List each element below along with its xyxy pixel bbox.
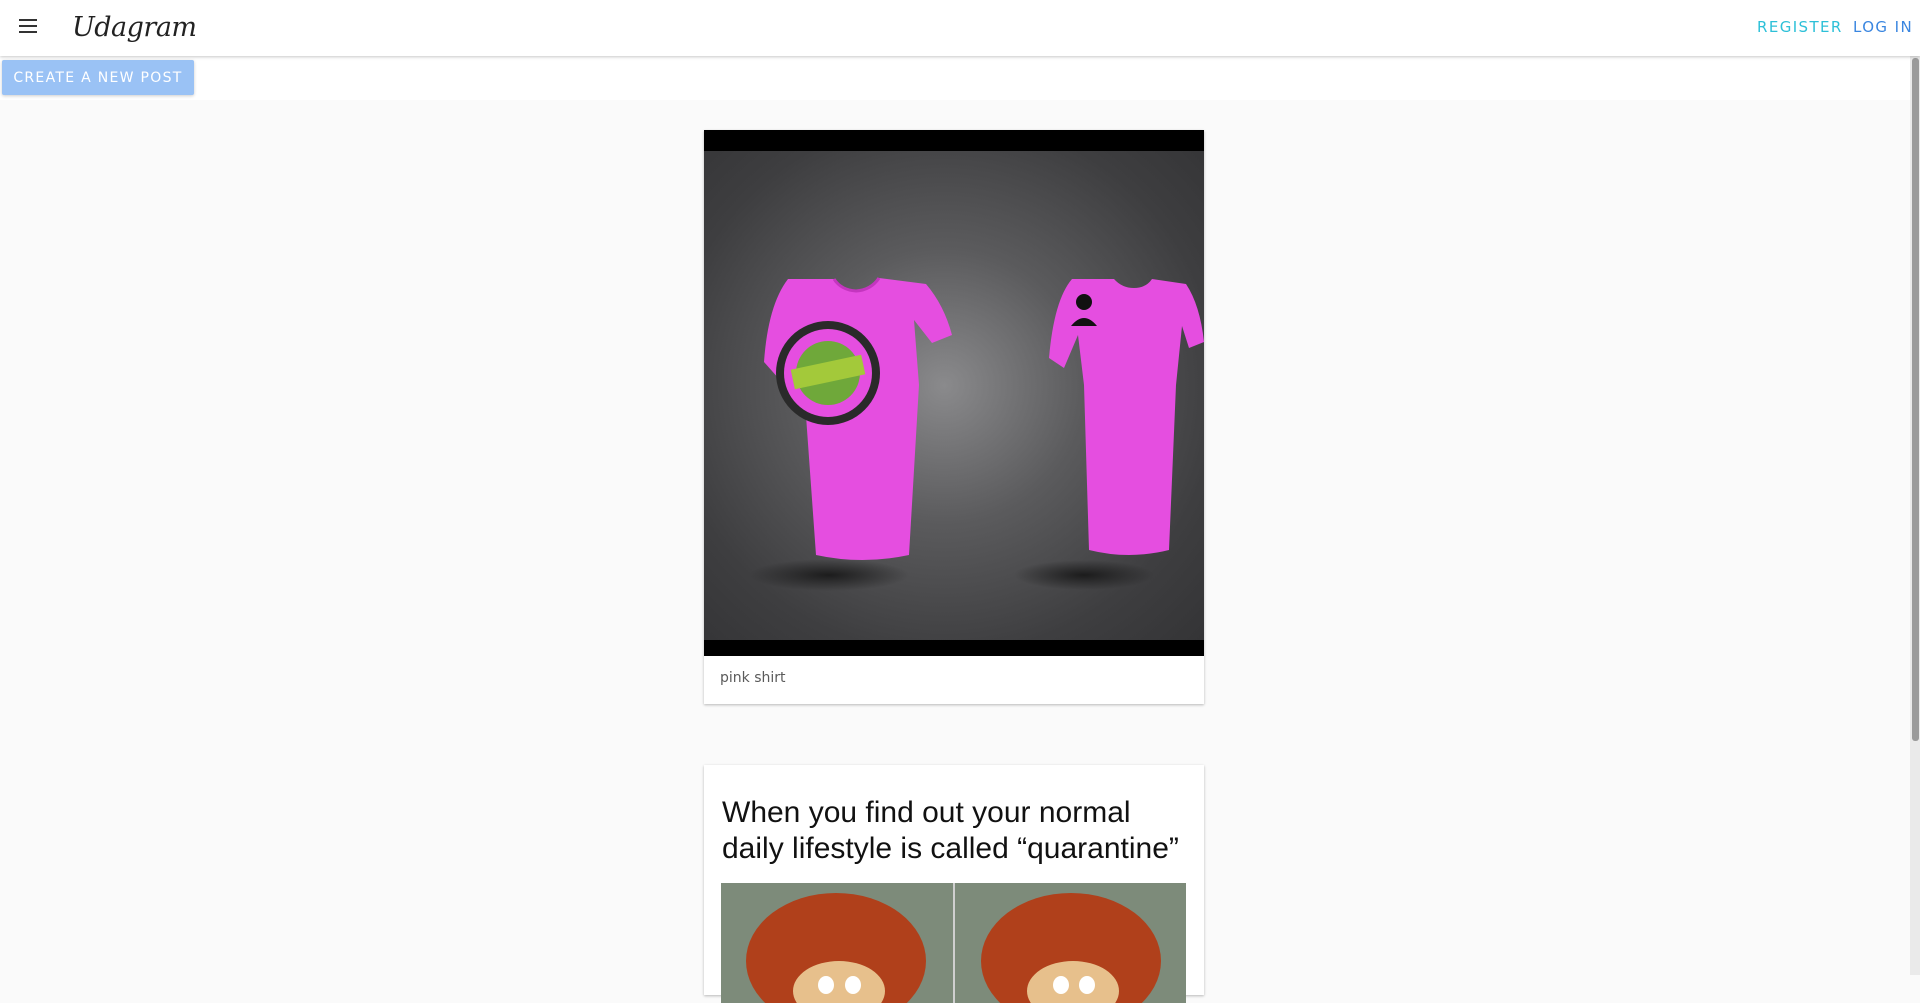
top-app-bar: Udagram REGISTER LOG IN xyxy=(0,0,1920,56)
register-link[interactable]: REGISTER xyxy=(1757,18,1843,36)
post-card: pink shirt xyxy=(704,130,1204,704)
meme-text: When you find out your normal daily life… xyxy=(722,796,1179,865)
post-card: When you find out your normal daily life… xyxy=(704,765,1204,1003)
scrollbar-thumb[interactable] xyxy=(1912,58,1919,741)
post-image-meme xyxy=(721,883,1186,1003)
post-caption: pink shirt xyxy=(720,670,786,686)
action-bar xyxy=(0,56,1910,100)
post-image-pink-shirt xyxy=(704,130,1204,656)
vertical-scrollbar[interactable] xyxy=(1910,56,1920,975)
meme-photo-illustration xyxy=(721,883,1186,1003)
login-link[interactable]: LOG IN xyxy=(1853,18,1913,36)
shirt-photo-illustration xyxy=(749,277,1204,591)
create-post-button[interactable]: CREATE A NEW POST xyxy=(2,60,194,95)
menu-icon[interactable] xyxy=(16,19,40,37)
app-title: Udagram xyxy=(72,12,197,43)
